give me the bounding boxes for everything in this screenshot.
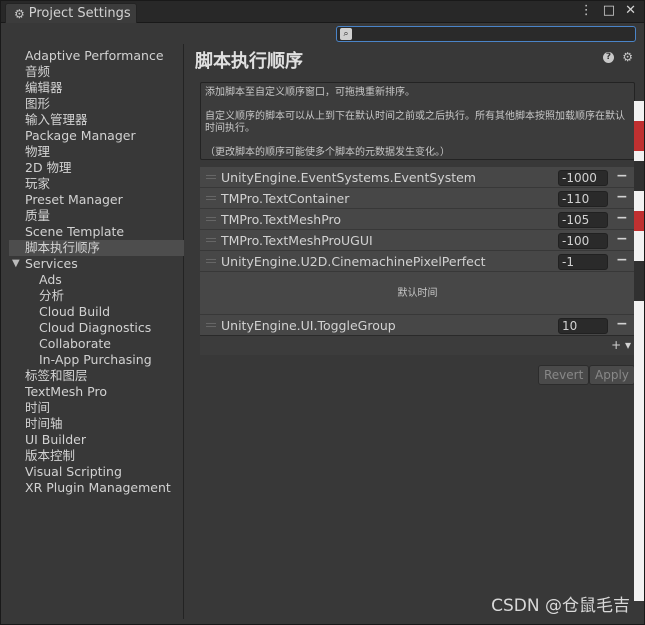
drag-handle-icon[interactable]: [206, 175, 216, 179]
sidebar-item-adaptive-performance[interactable]: Adaptive Performance: [9, 48, 184, 64]
sidebar-item-audio[interactable]: 音频: [9, 64, 184, 80]
expand-triangle-icon[interactable]: ▼: [12, 256, 20, 272]
script-name: UnityEngine.UI.ToggleGroup: [221, 318, 396, 333]
script-name: TMPro.TextContainer: [221, 191, 350, 206]
info-line-3: （更改脚本的顺序可能使多个脚本的元数据发生变化。）: [205, 147, 450, 158]
list-footer: + ▾: [200, 335, 635, 355]
sidebar-item-ui-builder[interactable]: UI Builder: [9, 432, 184, 448]
title-bar: ⚙ Project Settings ⋮ □ ✕: [1, 1, 644, 23]
tab-title: Project Settings: [28, 6, 131, 21]
remove-icon[interactable]: −: [616, 210, 628, 226]
drag-handle-icon[interactable]: [206, 238, 216, 242]
sidebar-item-physics[interactable]: 物理: [9, 144, 184, 160]
script-name: UnityEngine.U2D.CinemachinePixelPerfect: [221, 254, 486, 269]
order-field[interactable]: -110: [558, 191, 608, 207]
remove-icon[interactable]: −: [616, 168, 628, 184]
sidebar-item-analytics[interactable]: 分析: [9, 288, 184, 304]
info-line-2: 自定义顺序的脚本可以从上到下在默认时间之前或之后执行。所有其他脚本按照加载顺序在…: [205, 111, 625, 134]
remove-icon[interactable]: −: [616, 189, 628, 205]
drag-handle-icon[interactable]: [206, 196, 216, 200]
sidebar-item-collaborate[interactable]: Collaborate: [9, 336, 184, 352]
info-line-1: 添加脚本至自定义顺序窗口，可拖拽重新排序。: [205, 87, 415, 98]
apply-button[interactable]: Apply: [589, 365, 635, 385]
default-time-row: 默认时间: [200, 272, 635, 315]
search-input[interactable]: ⌕: [336, 26, 636, 42]
remove-icon[interactable]: −: [616, 231, 628, 247]
project-settings-window: ⚙ Project Settings ⋮ □ ✕ ⌕ Adaptive Perf…: [0, 0, 645, 625]
revert-button[interactable]: Revert: [538, 365, 590, 385]
settings-gear-icon[interactable]: ⚙: [622, 50, 633, 64]
script-name: UnityEngine.EventSystems.EventSystem: [221, 170, 476, 185]
sidebar-item-timeline[interactable]: 时间轴: [9, 416, 184, 432]
order-field[interactable]: -1000: [558, 170, 608, 186]
sidebar-item-script-execution-order[interactable]: 脚本执行顺序: [9, 240, 184, 256]
settings-sidebar: Adaptive Performance 音频 编辑器 图形 输入管理器 Pac…: [9, 44, 184, 619]
help-icon[interactable]: ?: [603, 52, 614, 63]
sidebar-item-ads[interactable]: Ads: [9, 272, 184, 288]
sidebar-item-preset-manager[interactable]: Preset Manager: [9, 192, 184, 208]
page-title: 脚本执行顺序: [195, 51, 303, 72]
sidebar-item-in-app-purchasing[interactable]: In-App Purchasing: [9, 352, 184, 368]
script-row[interactable]: TMPro.TextContainer -110 −: [200, 188, 635, 209]
sidebar-item-quality[interactable]: 质量: [9, 208, 184, 224]
search-row: ⌕: [1, 24, 644, 44]
remove-icon[interactable]: −: [616, 252, 628, 268]
sidebar-item-editor[interactable]: 编辑器: [9, 80, 184, 96]
sidebar-item-xr-plugin-management[interactable]: XR Plugin Management: [9, 480, 184, 496]
sidebar-item-services[interactable]: ▼ Services: [9, 256, 184, 272]
order-field[interactable]: -1: [558, 254, 608, 270]
sidebar-item-player[interactable]: 玩家: [9, 176, 184, 192]
remove-icon[interactable]: −: [616, 316, 628, 332]
drag-handle-icon[interactable]: [206, 217, 216, 221]
execution-order-list: UnityEngine.EventSystems.EventSystem -10…: [200, 167, 635, 336]
sidebar-item-visual-scripting[interactable]: Visual Scripting: [9, 464, 184, 480]
settings-main-panel: 脚本执行顺序 ? ⚙ 添加脚本至自定义顺序窗口，可拖拽重新排序。 自定义顺序的脚…: [185, 44, 644, 619]
sidebar-item-graphics[interactable]: 图形: [9, 96, 184, 112]
info-box: 添加脚本至自定义顺序窗口，可拖拽重新排序。 自定义顺序的脚本可以从上到下在默认时…: [200, 82, 635, 160]
order-field[interactable]: 10: [558, 318, 608, 334]
maximize-icon[interactable]: □: [603, 3, 615, 18]
sidebar-item-scene-template[interactable]: Scene Template: [9, 224, 184, 240]
gear-icon: ⚙: [14, 6, 25, 21]
background-scene: [634, 101, 644, 601]
script-name: TMPro.TextMeshPro: [221, 212, 342, 227]
script-row[interactable]: TMPro.TextMeshPro -105 −: [200, 209, 635, 230]
sidebar-item-input-manager[interactable]: 输入管理器: [9, 112, 184, 128]
sidebar-item-time[interactable]: 时间: [9, 400, 184, 416]
watermark: CSDN @仓鼠毛吉: [491, 596, 630, 616]
order-field[interactable]: -100: [558, 233, 608, 249]
order-field[interactable]: -105: [558, 212, 608, 228]
search-icon: ⌕: [340, 28, 352, 40]
add-script-button[interactable]: + ▾: [611, 338, 631, 352]
sidebar-item-physics-2d[interactable]: 2D 物理: [9, 160, 184, 176]
script-row[interactable]: UnityEngine.EventSystems.EventSystem -10…: [200, 167, 635, 188]
script-name: TMPro.TextMeshProUGUI: [221, 233, 373, 248]
sidebar-item-textmesh-pro[interactable]: TextMesh Pro: [9, 384, 184, 400]
close-icon[interactable]: ✕: [625, 3, 636, 18]
drag-handle-icon[interactable]: [206, 259, 216, 263]
sidebar-item-version-control[interactable]: 版本控制: [9, 448, 184, 464]
sidebar-item-cloud-diagnostics[interactable]: Cloud Diagnostics: [9, 320, 184, 336]
drag-handle-icon[interactable]: [206, 323, 216, 327]
script-row[interactable]: UnityEngine.U2D.CinemachinePixelPerfect …: [200, 251, 635, 272]
tab-project-settings[interactable]: ⚙ Project Settings: [5, 3, 137, 23]
script-row[interactable]: UnityEngine.UI.ToggleGroup 10 −: [200, 315, 635, 336]
sidebar-item-cloud-build[interactable]: Cloud Build: [9, 304, 184, 320]
script-row[interactable]: TMPro.TextMeshProUGUI -100 −: [200, 230, 635, 251]
window-controls: ⋮ □ ✕: [580, 3, 636, 18]
sidebar-item-tags-layers[interactable]: 标签和图层: [9, 368, 184, 384]
sidebar-item-services-label: Services: [25, 256, 78, 271]
more-menu-icon[interactable]: ⋮: [580, 3, 593, 18]
sidebar-item-package-manager[interactable]: Package Manager: [9, 128, 184, 144]
